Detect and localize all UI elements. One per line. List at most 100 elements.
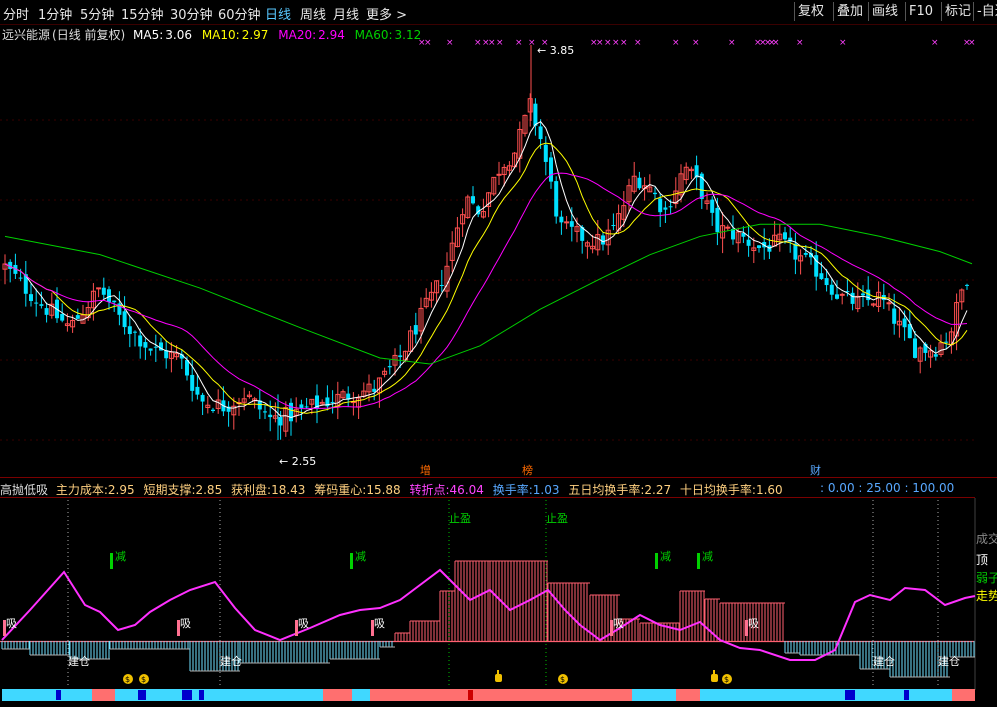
ma60-line: [4, 223, 973, 365]
field-10d-label: 十日均换手率:: [679, 483, 756, 497]
event-mark-bang[interactable]: 榜: [522, 463, 533, 477]
status-tick: [850, 690, 855, 700]
event-mark-cai[interactable]: 财: [810, 463, 821, 477]
candle: [850, 287, 855, 311]
field-5d-value: 2.27: [644, 483, 672, 497]
candle: [673, 177, 679, 209]
stop-profit-label-2: 止盈: [546, 512, 568, 525]
candle: [590, 234, 596, 254]
candle: [569, 207, 574, 242]
candle: [522, 114, 528, 137]
candle: [304, 397, 309, 409]
candle: [688, 166, 694, 180]
candle: [408, 325, 414, 352]
stop-profit-label-1: 止盈: [449, 512, 471, 525]
candle: [372, 379, 377, 401]
money-bag-icon: $: [123, 674, 133, 684]
candle: [148, 348, 153, 356]
candle: [439, 269, 444, 292]
status-segment: [115, 689, 323, 701]
x-marker: ×: [596, 38, 604, 48]
candle: [101, 277, 106, 300]
candle: [944, 332, 949, 350]
candle: [896, 307, 902, 338]
build-label-2: 建仓: [220, 654, 242, 668]
candle: [325, 385, 330, 411]
field-center-label: 筹码重心:: [314, 483, 367, 497]
money-bag-icon: $: [558, 674, 568, 684]
candle: [959, 288, 965, 310]
ma5-line: [4, 121, 968, 418]
x-marker: ×: [968, 38, 976, 48]
candle: [683, 162, 689, 185]
candle: [757, 245, 761, 253]
candle: [330, 390, 335, 414]
x-marker: ×: [488, 38, 496, 48]
high-price-label: ← 3.85: [537, 44, 574, 57]
candle: [226, 401, 231, 427]
candle: [444, 252, 450, 298]
scale-100: : 100.00: [904, 481, 955, 495]
status-tick: [187, 690, 192, 700]
candle: [798, 249, 804, 275]
reduce-label-1: 减: [115, 550, 126, 563]
x-marker: ×: [496, 38, 504, 48]
field-10d-value: 1.60: [755, 483, 783, 497]
candle: [315, 384, 319, 424]
svg-text:$: $: [724, 675, 729, 684]
candle: [413, 312, 418, 344]
field-turnover-label: 换手率:: [492, 483, 533, 497]
right-label-trend[interactable]: 走势: [976, 587, 997, 604]
price-grid: [0, 119, 975, 441]
field-turnover-value: 1.03: [532, 483, 560, 497]
candle: [283, 401, 289, 437]
candle: [423, 288, 429, 309]
event-mark-zeng[interactable]: 增: [420, 463, 431, 477]
scale-0: : 0.00: [820, 481, 855, 495]
x-marker: ×: [612, 38, 620, 48]
candle: [211, 407, 215, 413]
hand-pointer-icon: [711, 670, 718, 682]
candle: [460, 208, 466, 237]
candle: [34, 288, 39, 317]
candle: [793, 233, 798, 275]
field-profit-label: 获利盘:: [231, 483, 272, 497]
reduce-label-2: 减: [355, 550, 366, 563]
candle: [725, 224, 731, 231]
field-turn-label: 转折点:: [409, 483, 450, 497]
field-5d-label: 五日均换手率:: [568, 483, 645, 497]
right-label-weak[interactable]: 弱子: [976, 569, 997, 586]
candle: [637, 171, 642, 190]
candle: [299, 399, 304, 420]
status-segment: [632, 689, 652, 701]
indicator-histogram: [1, 560, 975, 678]
candle: [428, 282, 434, 308]
candle: [533, 98, 538, 136]
candle: [835, 280, 839, 300]
candle: [127, 316, 132, 348]
absorb-label-6: 吸: [748, 617, 759, 630]
status-segment: [370, 689, 632, 701]
candle: [626, 178, 632, 214]
candle: [168, 342, 174, 373]
candle: [241, 387, 247, 411]
candle: [496, 161, 502, 185]
candle: [117, 291, 122, 326]
candle: [611, 213, 616, 231]
money-bag-icon: $: [139, 674, 149, 684]
absorb-label-3: 吸: [298, 617, 309, 630]
right-label-top[interactable]: 顶: [976, 551, 988, 568]
candle: [886, 293, 892, 311]
status-segment: [92, 689, 115, 701]
bottom-status-bar: [2, 689, 975, 701]
candle: [96, 287, 102, 298]
candle: [122, 296, 127, 335]
candle: [777, 224, 783, 252]
x-marker: ×: [728, 38, 736, 48]
absorb-label-4: 吸: [374, 617, 385, 630]
right-label-volume[interactable]: 成交: [976, 530, 997, 547]
candle: [907, 310, 912, 339]
candle: [29, 283, 33, 307]
kline-chart[interactable]: ×× × × ×× × × × × ×× × × × × × × × ××××× × × × ×× ← 3.85 ← 2…: [0, 0, 997, 707]
candle: [543, 136, 548, 176]
